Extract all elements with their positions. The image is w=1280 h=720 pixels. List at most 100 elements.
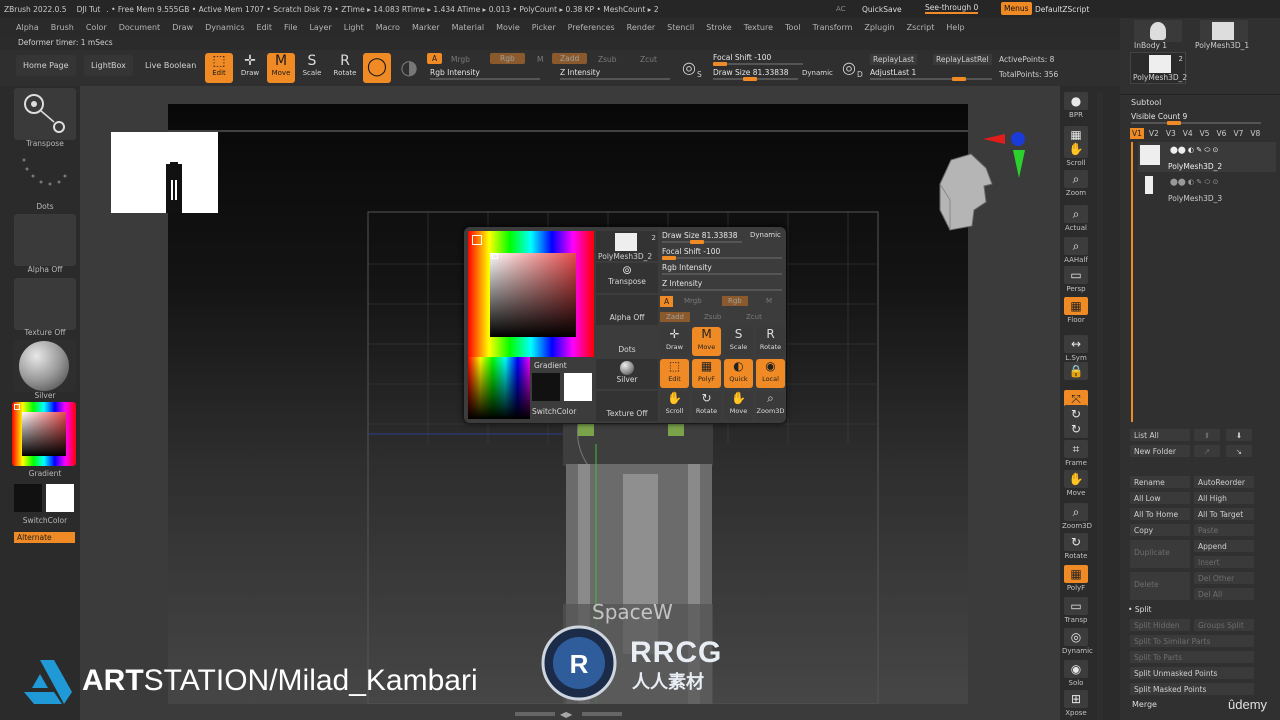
popup-polyf-button[interactable]: ▦ PolyF	[692, 359, 721, 388]
popup-zoom3d-button[interactable]: ⌕ Zoom3D	[756, 391, 785, 420]
zadd-toggle[interactable]: Zadd	[552, 53, 588, 64]
shelf-button-persp[interactable]: ▭ Persp	[1062, 266, 1090, 293]
rotate-button[interactable]: R Rotate	[330, 53, 360, 83]
all-to-home-button[interactable]: All To Home	[1130, 508, 1190, 520]
menu-item-preferences[interactable]: Preferences	[568, 23, 615, 32]
popup-draw-button[interactable]: ✛ Draw	[660, 327, 689, 356]
popup-m-toggle[interactable]: M	[766, 297, 772, 305]
popup-dots-button[interactable]: Dots	[596, 327, 658, 357]
del-all-button[interactable]: Del All	[1194, 588, 1254, 600]
popup-primary-swatch[interactable]	[564, 373, 592, 401]
shelf-button-scroll[interactable]: ✋ Scroll	[1062, 140, 1090, 167]
shelf-button-bpr[interactable]: ● BPR	[1062, 92, 1090, 119]
all-high-button[interactable]: All High	[1194, 492, 1254, 504]
shelf-button-polyf[interactable]: ▦ PolyF	[1062, 565, 1090, 592]
shelf-button-move[interactable]: ✋ Move	[1062, 470, 1090, 497]
version-button-v5[interactable]: V5	[1198, 128, 1212, 139]
adjust-last-slider[interactable]: AdjustLast 1	[870, 68, 992, 81]
menu-item-draw[interactable]: Draw	[172, 23, 193, 32]
split-parts-button[interactable]: Split To Parts	[1130, 651, 1254, 663]
color-square[interactable]	[22, 412, 66, 456]
draw-button[interactable]: ✛ Draw	[236, 53, 264, 83]
list-all-button[interactable]: List All	[1130, 429, 1190, 441]
replay-last-button[interactable]: ReplayLast	[870, 54, 917, 65]
delete-button[interactable]: Delete	[1130, 572, 1190, 600]
paste-button[interactable]: Paste	[1194, 524, 1254, 536]
zsub-toggle[interactable]: Zsub	[598, 55, 617, 64]
split-unmasked-button[interactable]: Split Unmasked Points	[1130, 667, 1254, 679]
popup-dynamic-toggle[interactable]: Dynamic	[750, 231, 781, 239]
inbody-thumbnail[interactable]	[1134, 20, 1182, 42]
material-button[interactable]	[14, 340, 76, 392]
menu-item-dynamics[interactable]: Dynamics	[205, 23, 244, 32]
copy-button[interactable]: Copy	[1130, 524, 1190, 536]
popup-draw-size-slider[interactable]: Draw Size 81.33838	[662, 231, 742, 244]
menu-item-edit[interactable]: Edit	[257, 23, 273, 32]
shelf-button-frame[interactable]: ⌗ Frame	[1062, 440, 1090, 467]
popup-a-toggle[interactable]: A	[660, 296, 674, 307]
menu-item-brush[interactable]: Brush	[51, 23, 74, 32]
home-page-button[interactable]: Home Page	[16, 55, 76, 76]
shelf-button-transp[interactable]: ▭ Transp	[1062, 597, 1090, 624]
popup-tool-thumb[interactable]: 2 PolyMesh3D_2	[596, 231, 658, 261]
move-button[interactable]: M Move	[267, 53, 295, 83]
popup-alpha-button[interactable]: Alpha Off	[596, 295, 658, 325]
split-hidden-button[interactable]: Split Hidden	[1130, 619, 1190, 631]
menu-item-help[interactable]: Help	[946, 23, 964, 32]
rgb-intensity-slider[interactable]: Rgb Intensity	[430, 68, 540, 80]
quicksave-button[interactable]: QuickSave	[862, 5, 902, 14]
popup-rgb-toggle[interactable]: Rgb	[722, 296, 748, 306]
replay-last-rel-button[interactable]: ReplayLastRel	[933, 54, 992, 65]
shelf-button-xpose[interactable]: ⊞ Xpose	[1062, 690, 1090, 717]
insert-button[interactable]: Insert	[1194, 556, 1254, 568]
popup-transpose-button[interactable]: ⊚ Transpose	[596, 263, 658, 293]
shelf-button-aahalf[interactable]: ⌕ AAHalf	[1062, 237, 1090, 264]
popup-focal-shift-slider[interactable]: Focal Shift -100	[662, 247, 782, 260]
version-button-v8[interactable]: V8	[1248, 128, 1262, 139]
menu-item-file[interactable]: File	[284, 23, 297, 32]
menu-item-alpha[interactable]: Alpha	[16, 23, 39, 32]
menu-item-zplugin[interactable]: Zplugin	[864, 23, 894, 32]
menu-item-tool[interactable]: Tool	[785, 23, 801, 32]
menu-item-render[interactable]: Render	[627, 23, 655, 32]
shelf-button-item-12[interactable]: ↻	[1062, 420, 1090, 439]
all-low-button[interactable]: All Low	[1130, 492, 1190, 504]
menu-item-picker[interactable]: Picker	[532, 23, 556, 32]
menu-item-stroke[interactable]: Stroke	[706, 23, 732, 32]
split-section[interactable]: • Split	[1128, 605, 1151, 614]
focal-shift-slider[interactable]: Focal Shift -100	[713, 53, 803, 66]
popup-rotate2-button[interactable]: ↻ Rotate	[692, 391, 721, 420]
version-button-v2[interactable]: V2	[1147, 128, 1161, 139]
append-button[interactable]: Append	[1194, 540, 1254, 552]
menu-item-macro[interactable]: Macro	[376, 23, 400, 32]
move-down-icon[interactable]: ⬇	[1226, 429, 1252, 441]
lightbox-button[interactable]: LightBox	[84, 55, 133, 76]
menu-item-light[interactable]: Light	[344, 23, 364, 32]
visibility-toggle-icon[interactable]: ⬤⬤ ◐ ✎ ⬭ ⊙	[1170, 178, 1218, 187]
material-sphere-button[interactable]: ◯	[363, 53, 391, 83]
menu-item-layer[interactable]: Layer	[309, 23, 331, 32]
split-masked-button[interactable]: Split Masked Points	[1130, 683, 1254, 695]
popup-move2-button[interactable]: ✋ Move	[724, 391, 753, 420]
popup-texture-button[interactable]: Texture Off	[596, 391, 658, 421]
menus-button[interactable]: Menus	[1001, 2, 1032, 15]
popup-move-button[interactable]: M Move	[692, 327, 721, 356]
menu-item-stencil[interactable]: Stencil	[667, 23, 694, 32]
see-through-slider[interactable]: See-through 0	[925, 3, 979, 14]
menu-item-document[interactable]: Document	[119, 23, 160, 32]
mrgb-toggle[interactable]: Mrgb	[451, 55, 470, 64]
popup-color-ring[interactable]	[468, 231, 594, 357]
scale-button[interactable]: S Scale	[298, 53, 326, 83]
groups-split-button[interactable]: Groups Split	[1194, 619, 1254, 631]
popup-mrgb-toggle[interactable]: Mrgb	[684, 297, 702, 305]
draw-size-slider[interactable]: Draw Size 81.33838	[713, 68, 798, 81]
default-zscript-button[interactable]: DefaultZScript	[1035, 5, 1089, 14]
shelf-button-dynamic[interactable]: ◎ Dynamic	[1062, 628, 1093, 655]
secondary-color-swatch[interactable]	[14, 484, 42, 512]
popup-color-square[interactable]	[490, 253, 576, 337]
shelf-button-zoom[interactable]: ⌕ Zoom	[1062, 170, 1090, 197]
menu-item-material[interactable]: Material	[452, 23, 485, 32]
version-button-v3[interactable]: V3	[1164, 128, 1178, 139]
menu-item-marker[interactable]: Marker	[412, 23, 440, 32]
shading-button[interactable]: ◑	[395, 53, 423, 83]
